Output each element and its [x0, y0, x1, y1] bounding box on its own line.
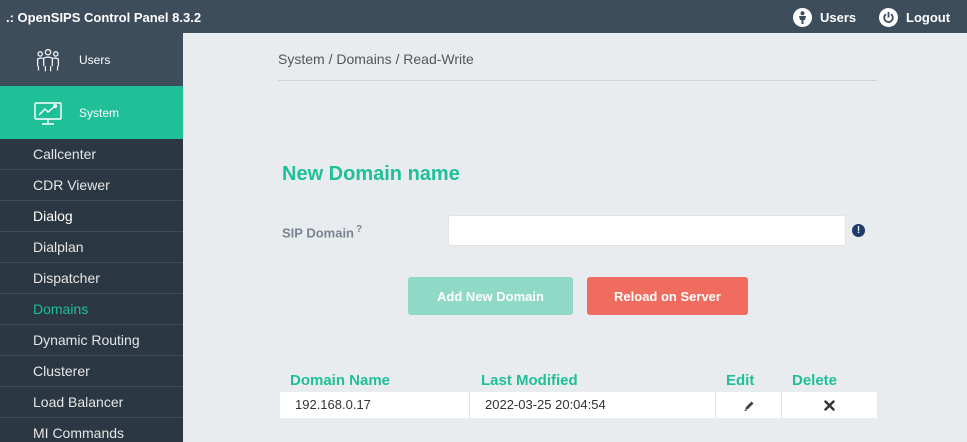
- sip-domain-input[interactable]: [448, 215, 846, 246]
- column-header-domain-name: Domain Name: [290, 372, 391, 389]
- add-domain-button[interactable]: Add New Domain: [408, 277, 573, 315]
- sidebar-group-users[interactable]: Users: [0, 33, 183, 86]
- users-group-icon: [36, 48, 60, 71]
- top-users-label: Users: [820, 10, 857, 25]
- logout-label: Logout: [906, 10, 951, 25]
- sidebar-item-dialog[interactable]: Dialog: [0, 201, 183, 232]
- sidebar: Users System Callcenter CDR Viewer Dialo…: [0, 33, 183, 442]
- sidebar-item-domains[interactable]: Domains: [0, 294, 183, 325]
- sidebar-group-users-label: Users: [79, 52, 111, 67]
- sidebar-item-dynamic-routing[interactable]: Dynamic Routing: [0, 325, 183, 356]
- edit-cell: [716, 392, 782, 418]
- help-icon[interactable]: ?: [356, 224, 362, 235]
- sidebar-group-system-label: System: [79, 105, 120, 120]
- sidebar-item-dispatcher[interactable]: Dispatcher: [0, 263, 183, 294]
- column-header-edit: Edit: [726, 372, 755, 389]
- breadcrumb: System / Domains / Read-Write: [278, 51, 474, 67]
- sidebar-item-load-balancer[interactable]: Load Balancer: [0, 387, 183, 418]
- warning-icon: !: [852, 224, 865, 237]
- sidebar-menu: Callcenter CDR Viewer Dialog Dialplan Di…: [0, 139, 183, 442]
- delete-cell: [782, 392, 877, 418]
- sip-domain-label: SIP Domain?: [282, 224, 362, 240]
- sip-domain-label-text: SIP Domain: [282, 225, 355, 241]
- reload-on-server-button[interactable]: Reload on Server: [587, 277, 748, 315]
- domain-name-cell: 192.168.0.17: [280, 392, 470, 418]
- logout-link[interactable]: Logout: [879, 8, 950, 27]
- power-icon: [879, 8, 898, 27]
- breadcrumb-divider: [278, 80, 877, 81]
- column-header-last-modified: Last Modified: [481, 372, 578, 389]
- top-users-link[interactable]: Users: [793, 8, 856, 27]
- system-monitor-icon: [34, 101, 62, 125]
- sidebar-item-cdr-viewer[interactable]: CDR Viewer: [0, 170, 183, 201]
- delete-x-icon[interactable]: [824, 392, 835, 418]
- top-bar: .: OpenSIPS Control Panel 8.3.2 Users Lo…: [0, 0, 967, 33]
- user-icon: [793, 8, 812, 27]
- sidebar-item-dialplan[interactable]: Dialplan: [0, 232, 183, 263]
- sidebar-item-mi-commands[interactable]: MI Commands: [0, 418, 183, 442]
- app-title: .: OpenSIPS Control Panel 8.3.2: [6, 10, 202, 25]
- form-title: New Domain name: [282, 163, 460, 185]
- table-row: 192.168.0.17 2022-03-25 20:04:54: [280, 392, 877, 418]
- sidebar-group-system[interactable]: System: [0, 86, 183, 139]
- pencil-icon[interactable]: [743, 392, 755, 418]
- last-modified-cell: 2022-03-25 20:04:54: [470, 392, 716, 418]
- column-header-delete: Delete: [792, 372, 838, 389]
- sidebar-item-clusterer[interactable]: Clusterer: [0, 356, 183, 387]
- sidebar-item-callcenter[interactable]: Callcenter: [0, 139, 183, 170]
